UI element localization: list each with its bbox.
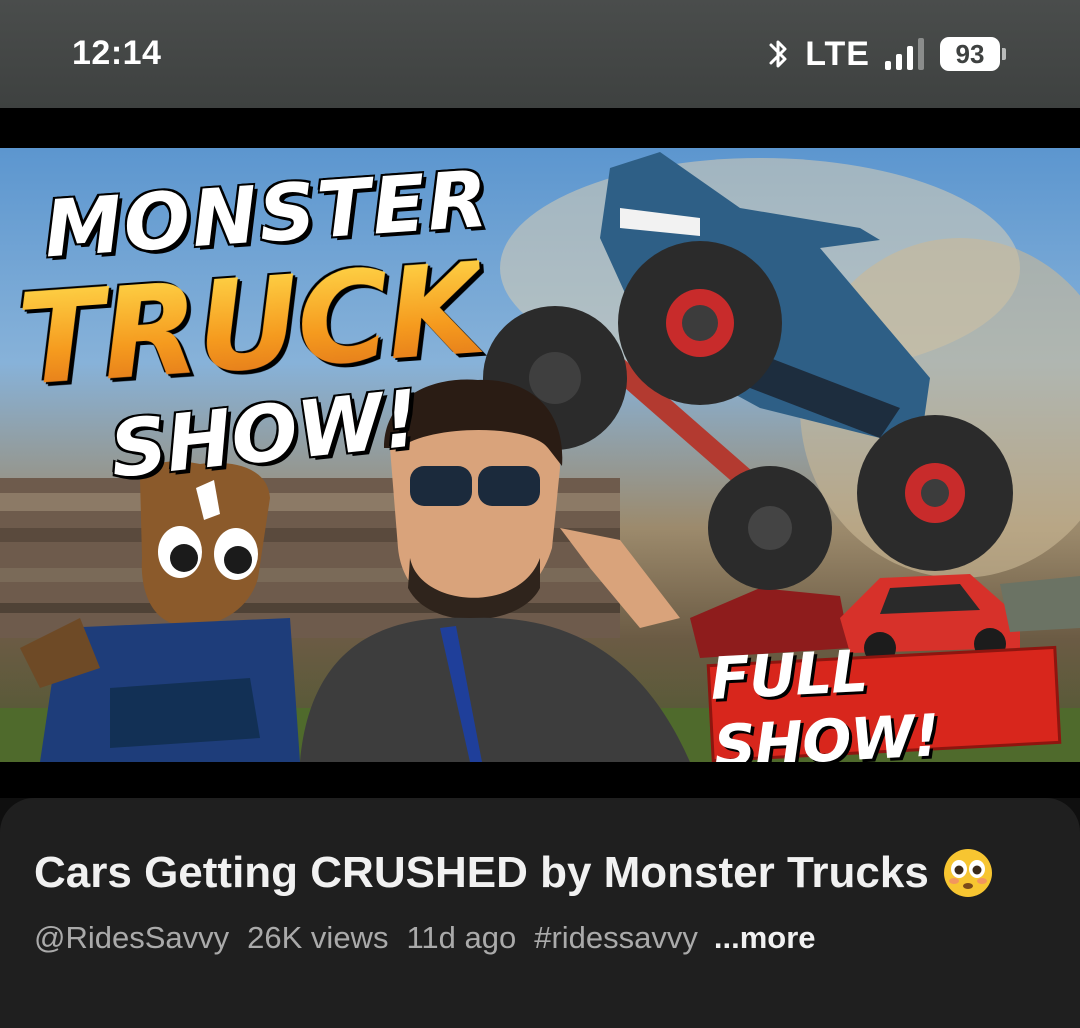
upload-age: 11d ago (406, 920, 517, 955)
battery-tip (1002, 48, 1006, 60)
video-player[interactable]: MONSTER TRUCK SHOW! FULL SHOW! (0, 108, 1080, 798)
view-count: 26K views (247, 920, 389, 955)
flushed-face-emoji-icon (943, 849, 992, 897)
status-time: 12:14 (72, 34, 162, 72)
bluetooth-icon (769, 40, 787, 68)
network-type: LTE (805, 34, 870, 73)
headline-line-2: TRUCK (13, 234, 488, 415)
channel-handle[interactable]: @RidesSavvy (34, 920, 229, 956)
more-button[interactable]: ...more (714, 920, 816, 956)
full-show-badge: FULL SHOW! (709, 637, 1059, 762)
video-info-panel[interactable] (0, 798, 1080, 1028)
video-metadata: @RidesSavvy 26K views 11d ago #ridessavv… (34, 920, 816, 956)
status-bar: 12:14 LTE 93 (0, 0, 1080, 108)
full-show-text: FULL SHOW! (708, 636, 941, 762)
status-indicators: LTE 93 (765, 34, 1006, 74)
hashtag-link[interactable]: #ridessavvy (534, 920, 698, 956)
video-title-text: Cars Getting CRUSHED by Monster Trucks (34, 848, 929, 897)
video-title[interactable]: Cars Getting CRUSHED by Monster Trucks (34, 848, 1044, 898)
video-thumbnail[interactable]: MONSTER TRUCK SHOW! FULL SHOW! (0, 148, 1080, 762)
signal-icon (885, 38, 924, 70)
battery-level: 93 (940, 37, 1000, 71)
thumbnail-headline: MONSTER TRUCK SHOW! (13, 155, 514, 496)
battery-icon: 93 (940, 37, 1006, 71)
